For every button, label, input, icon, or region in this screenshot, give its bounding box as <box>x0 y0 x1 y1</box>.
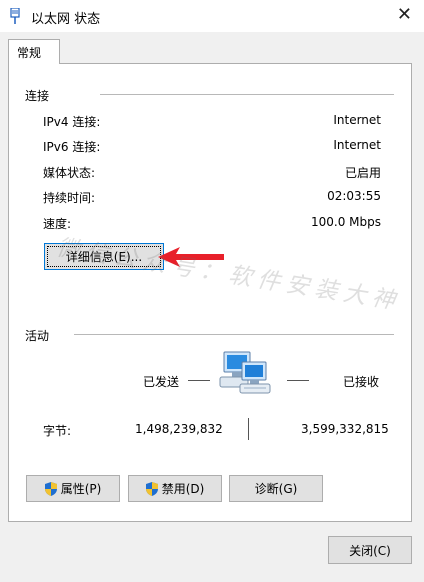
diagnose-button-label: 诊断(G) <box>254 482 298 496</box>
speed-value: 100.0 Mbps <box>310 215 381 229</box>
annotation-arrow-icon <box>158 247 224 267</box>
properties-button-label: 属性(P) <box>60 482 102 496</box>
window-title: 以太网 状态 <box>31 12 101 27</box>
ipv6-value: Internet <box>333 138 381 152</box>
ipv4-label: IPv4 连接: <box>43 115 101 129</box>
media-state-value: 已启用 <box>344 166 381 180</box>
close-icon[interactable]: ✕ <box>397 4 412 26</box>
ipv6-label: IPv6 连接: <box>43 140 101 154</box>
uac-shield-icon <box>145 481 158 496</box>
activity-section-title: 活动 <box>25 329 50 343</box>
activity-divider <box>74 334 394 335</box>
duration-value: 02:03:55 <box>327 189 381 203</box>
bytes-sent-value: 1,498,239,832 <box>135 422 223 436</box>
general-panel <box>8 63 412 522</box>
duration-label: 持续时间: <box>43 191 96 205</box>
ipv4-value: Internet <box>333 113 381 127</box>
properties-button[interactable]: 属性(P) <box>26 475 120 502</box>
disable-button[interactable]: 禁用(D) <box>128 475 222 502</box>
speed-label: 速度: <box>43 217 72 231</box>
sent-dash <box>188 380 210 381</box>
tab-general[interactable]: 常规 <box>8 39 60 64</box>
received-label: 已接收 <box>343 375 380 389</box>
close-button-label: 关闭(C) <box>349 543 391 558</box>
diagnose-button[interactable]: 诊断(G) <box>229 475 323 502</box>
network-computers-icon <box>219 351 271 394</box>
ethernet-icon <box>10 8 20 24</box>
focus-rectangle <box>47 246 161 267</box>
close-button[interactable]: 关闭(C) <box>328 536 412 564</box>
uac-shield-icon <box>44 481 57 496</box>
received-dash <box>287 380 309 381</box>
title-bar: 以太网 状态 ✕ <box>0 0 424 32</box>
bytes-separator <box>248 418 249 440</box>
connection-section-title: 连接 <box>25 89 50 103</box>
tab-general-label: 常规 <box>17 46 42 60</box>
bytes-received-value: 3,599,332,815 <box>301 422 389 436</box>
media-state-label: 媒体状态: <box>43 166 96 180</box>
details-button[interactable]: 详细信息(E)... <box>44 243 164 270</box>
disable-button-label: 禁用(D) <box>161 482 205 496</box>
sent-label: 已发送 <box>143 375 180 389</box>
bytes-label: 字节: <box>43 424 72 438</box>
connection-divider <box>100 94 394 95</box>
